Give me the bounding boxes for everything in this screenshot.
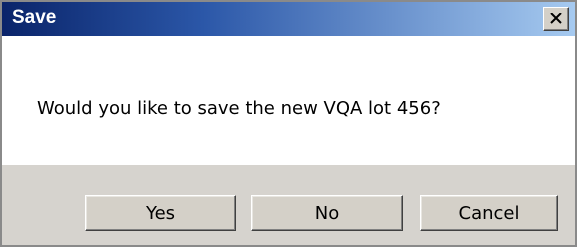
save-dialog: Save Would you like to save the new VQA … (0, 0, 577, 247)
window-title: Save (12, 7, 57, 28)
yes-button[interactable]: Yes (85, 195, 236, 231)
no-button[interactable]: No (251, 195, 403, 231)
close-button[interactable] (543, 7, 569, 31)
dialog-content: Would you like to save the new VQA lot 4… (2, 36, 575, 165)
title-bar: Save (2, 2, 575, 36)
cancel-button[interactable]: Cancel (420, 195, 558, 231)
close-icon (550, 13, 562, 24)
dialog-message: Would you like to save the new VQA lot 4… (37, 98, 441, 119)
button-bar: Yes No Cancel (2, 165, 575, 245)
